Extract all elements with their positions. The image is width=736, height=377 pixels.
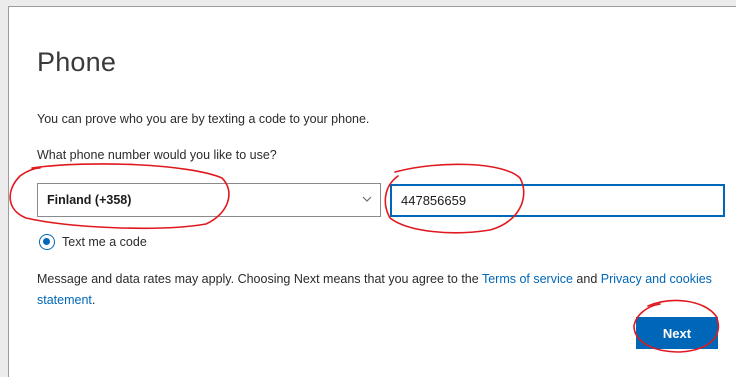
next-button[interactable]: Next	[636, 317, 718, 349]
chevron-down-icon	[362, 196, 372, 202]
phone-question-label: What phone number would you like to use?	[37, 148, 277, 162]
country-code-value: Finland (+358)	[47, 193, 132, 207]
page-title: Phone	[37, 47, 117, 77]
phone-verification-card: Phone You can prove who you are by texti…	[8, 6, 736, 377]
disclaimer-and: and	[572, 272, 601, 286]
terms-of-service-link[interactable]: Terms of service	[482, 272, 573, 286]
text-code-label: Text me a code	[62, 235, 147, 249]
disclaimer-text: Message and data rates may apply. Choosi…	[37, 269, 725, 311]
radio-selected-icon[interactable]	[39, 234, 55, 250]
phone-number-input[interactable]	[390, 184, 725, 217]
country-code-select[interactable]: Finland (+358)	[37, 183, 381, 217]
disclaimer-suffix: .	[91, 293, 96, 307]
description-text: You can prove who you are by texting a c…	[37, 112, 370, 126]
disclaimer-prefix: Message and data rates may apply. Choosi…	[37, 272, 482, 286]
